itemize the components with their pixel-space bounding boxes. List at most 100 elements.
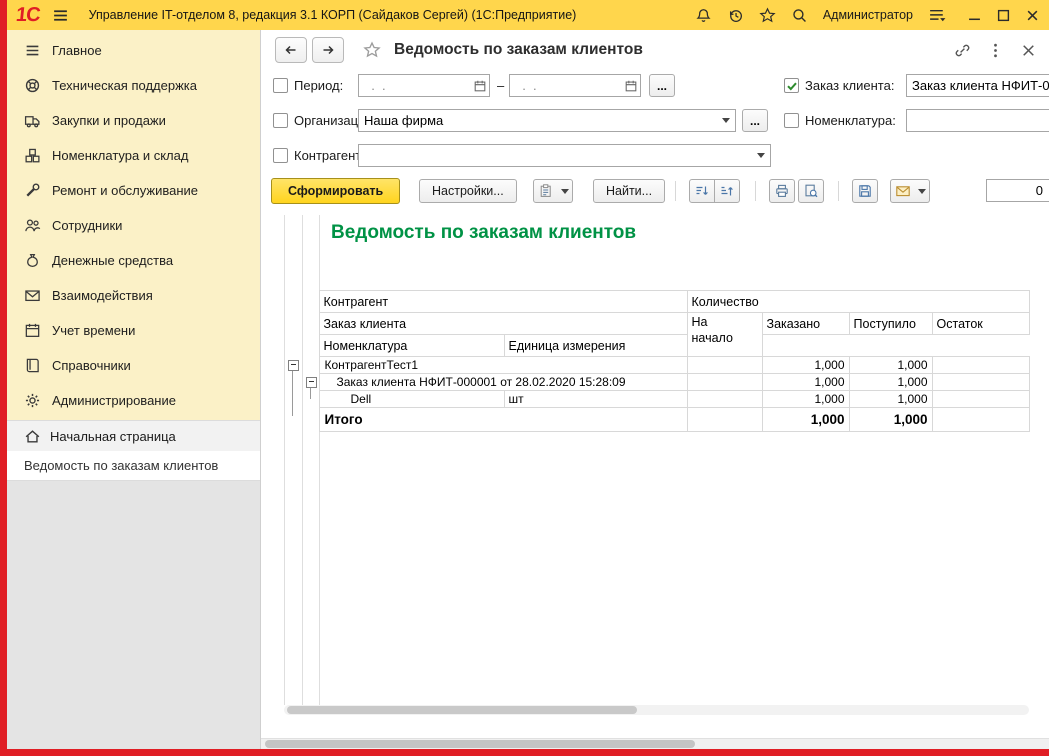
counterparty-input[interactable] [359,145,751,166]
sidebar-item-nomenclature-warehouse[interactable]: Номенклатура и склад [7,138,260,173]
send-email-dropdown[interactable] [915,179,930,203]
organization-more-button[interactable]: ... [742,109,768,132]
column-header-nomenclature: Номенклатура [319,335,504,357]
more-actions-icon[interactable] [987,42,1004,59]
organization-input[interactable] [359,110,716,131]
menu-icon [24,42,41,59]
initial-cell [687,374,762,391]
sidebar-item-tech-support[interactable]: Техническая поддержка [7,68,260,103]
save-button[interactable] [852,179,878,203]
sort-ascending-button[interactable] [714,179,740,203]
collapse-group-icon[interactable] [288,360,299,371]
chevron-down-icon[interactable] [751,145,770,166]
window-title: Управление IT-отделом 8, редакция 3.1 КО… [89,8,577,22]
service-menu-icon[interactable] [928,7,947,24]
ordered-cell: 1,000 [762,374,849,391]
application-window: 1С Управление IT-отделом 8, редакция 3.1… [0,0,1049,756]
period-more-button[interactable]: ... [649,74,675,97]
customer-order-label: Заказ клиента: [805,74,894,97]
settings-button[interactable]: Настройки... [419,179,517,203]
form-scrollbar-thumb[interactable] [265,740,695,748]
sidebar-item-catalogs[interactable]: Справочники [7,348,260,383]
remainder-cell [932,391,1029,408]
sidebar-item-label: Денежные средства [52,253,173,268]
window-titlebar: 1С Управление IT-отделом 8, редакция 3.1… [7,0,1049,30]
column-header-unit: Единица измерения [504,335,687,357]
print-preview-button[interactable] [798,179,824,203]
nomenclature-field [906,109,1049,132]
counterparty-checkbox[interactable] [273,148,288,163]
column-header-customer-order: Заказ клиента [319,313,687,335]
sidebar-item-time-tracking[interactable]: Учет времени [7,313,260,348]
sidebar-item-employees[interactable]: Сотрудники [7,208,260,243]
report-variants-button[interactable] [533,179,559,203]
back-button[interactable] [275,37,307,63]
autosum-field[interactable] [986,179,1049,202]
calendar-icon[interactable] [621,75,640,96]
favorites-star-icon[interactable] [759,7,776,24]
forward-button[interactable] [312,37,344,63]
add-to-favorites-star-icon[interactable] [363,41,381,59]
current-user[interactable]: Администратор [823,8,913,22]
report-title: Ведомость по заказам клиентов [331,222,636,244]
table-row[interactable]: КонтрагентТест1 1,000 1,000 [284,357,1029,374]
total-remainder-cell [932,408,1029,432]
initial-cell [687,357,762,374]
report-toolbar: Сформировать Настройки... Найти... [261,178,1049,208]
nomenclature-checkbox[interactable] [784,113,799,128]
main-menu-icon[interactable] [52,7,69,24]
collapse-group-icon[interactable] [306,377,317,388]
column-header-quantity: Количество [687,291,1029,313]
toolbar-separator [838,181,839,201]
period-to-input[interactable] [510,75,621,96]
sidebar-item-money[interactable]: Денежные средства [7,243,260,278]
customer-order-checkbox[interactable] [784,78,799,93]
close-form-icon[interactable] [1020,42,1037,59]
sidebar-item-label: Учет времени [52,323,135,338]
period-dash: – [497,74,504,97]
notifications-bell-icon[interactable] [695,7,712,24]
history-icon[interactable] [727,7,744,24]
table-row[interactable]: Заказ клиента НФИТ-000001 от 28.02.2020 … [284,374,1029,391]
send-email-button[interactable] [890,179,916,203]
table-row[interactable]: Dell шт 1,000 1,000 [284,391,1029,408]
generate-button[interactable]: Сформировать [271,178,400,204]
print-button[interactable] [769,179,795,203]
maximize-icon[interactable] [997,9,1010,22]
form-area: Ведомость по заказам клиентов Период: [260,30,1049,749]
period-to-field [509,74,641,97]
total-label-cell: Итого [319,408,687,432]
organization-checkbox[interactable] [273,113,288,128]
header-row-2: Заказ клиента На начало Заказано Поступи… [284,313,1029,335]
search-icon[interactable] [791,7,808,24]
sidebar-item-repair-service[interactable]: Ремонт и обслуживание [7,173,260,208]
period-from-input[interactable] [359,75,470,96]
report-scrollbar-thumb[interactable] [287,706,637,714]
get-link-icon[interactable] [954,42,971,59]
report-variants-dropdown[interactable] [558,179,573,203]
spreadsheet-gridline [319,215,320,705]
chevron-down-icon[interactable] [716,110,735,131]
sidebar-item-main[interactable]: Главное [7,33,260,68]
close-window-icon[interactable] [1026,9,1039,22]
sections-list: Главное Техническая поддержка Закупки и … [7,30,260,420]
open-form-tab[interactable]: Ведомость по заказам клиентов [7,451,260,481]
calendar-icon[interactable] [470,75,489,96]
sort-descending-button[interactable] [689,179,715,203]
sidebar-item-administration[interactable]: Администрирование [7,383,260,418]
period-checkbox[interactable] [273,78,288,93]
home-page-tab[interactable]: Начальная страница [7,420,260,451]
group-counterparty-cell: КонтрагентТест1 [319,357,687,374]
period-label: Период: [294,74,343,97]
minimize-icon[interactable] [968,9,981,22]
customer-order-input[interactable] [907,75,1049,96]
sections-panel: Главное Техническая поддержка Закупки и … [7,30,260,749]
sidebar-item-interactions[interactable]: Взаимодействия [7,278,260,313]
toolbar-separator [675,181,676,201]
find-button[interactable]: Найти... [593,179,665,203]
total-received-cell: 1,000 [849,408,932,432]
nomenclature-input[interactable] [907,110,1049,131]
sidebar-item-purchases-sales[interactable]: Закупки и продажи [7,103,260,138]
customer-order-field [906,74,1049,97]
home-icon [24,428,41,445]
